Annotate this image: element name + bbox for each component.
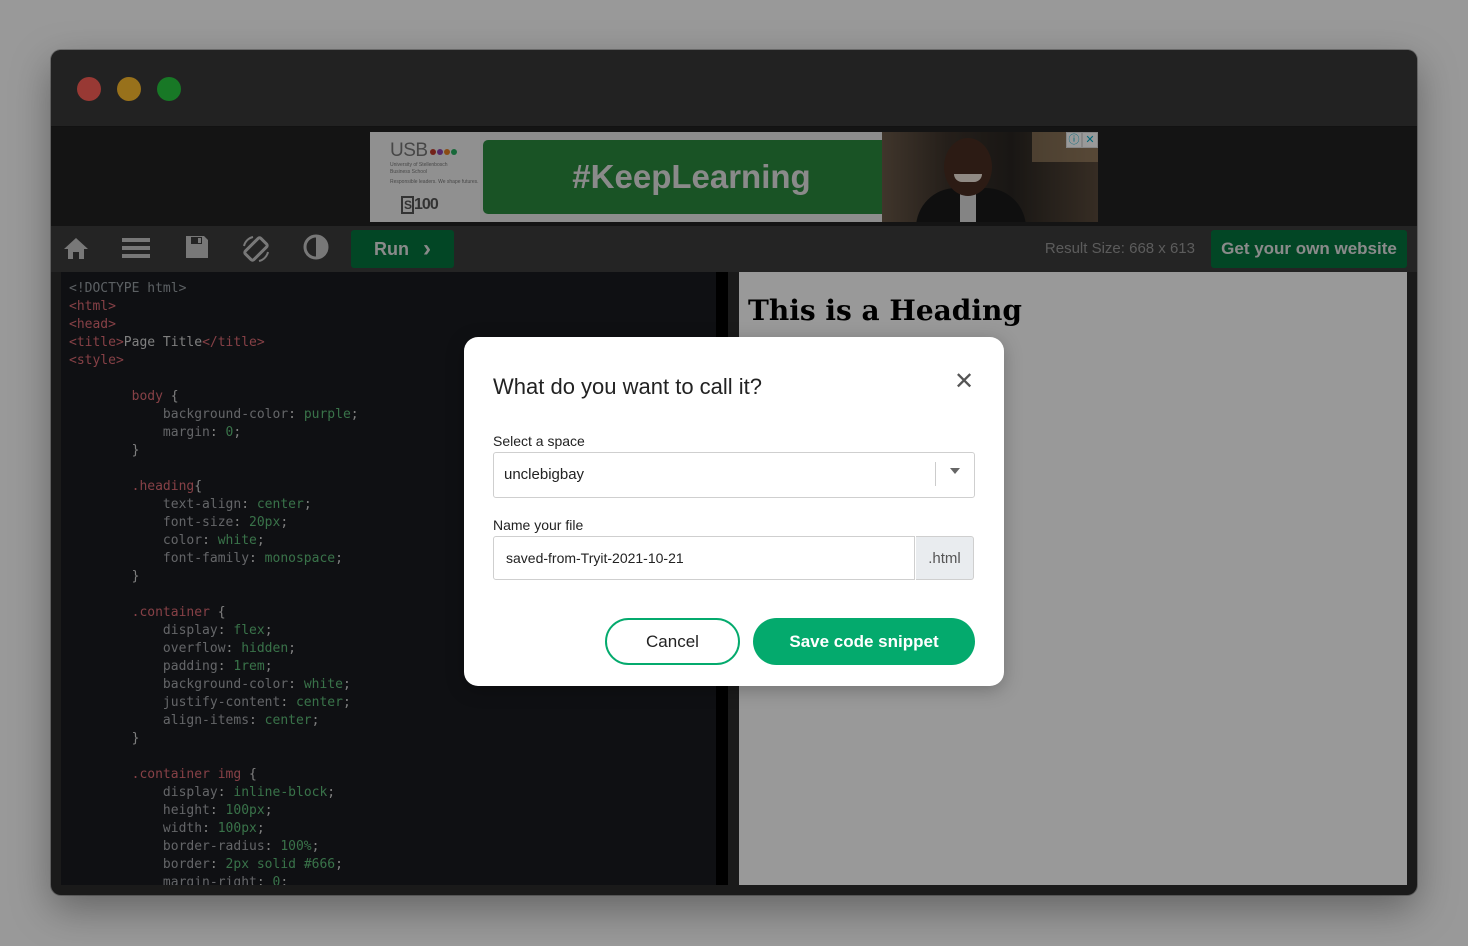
save-snippet-button[interactable]: Save code snippet bbox=[753, 618, 975, 665]
chevron-down-icon[interactable] bbox=[950, 468, 960, 474]
space-label: Select a space bbox=[493, 433, 585, 449]
space-select-value: unclebigbay bbox=[504, 466, 585, 483]
file-extension: .html bbox=[916, 536, 974, 580]
cancel-button[interactable]: Cancel bbox=[605, 618, 740, 665]
save-dialog: What do you want to call it? ✕ Select a … bbox=[464, 337, 1004, 686]
space-select[interactable]: unclebigbay bbox=[493, 452, 975, 498]
select-separator bbox=[935, 462, 936, 486]
filename-input[interactable] bbox=[493, 536, 915, 580]
dialog-title: What do you want to call it? bbox=[493, 374, 763, 399]
close-icon[interactable]: ✕ bbox=[952, 370, 976, 394]
file-label: Name your file bbox=[493, 517, 584, 533]
